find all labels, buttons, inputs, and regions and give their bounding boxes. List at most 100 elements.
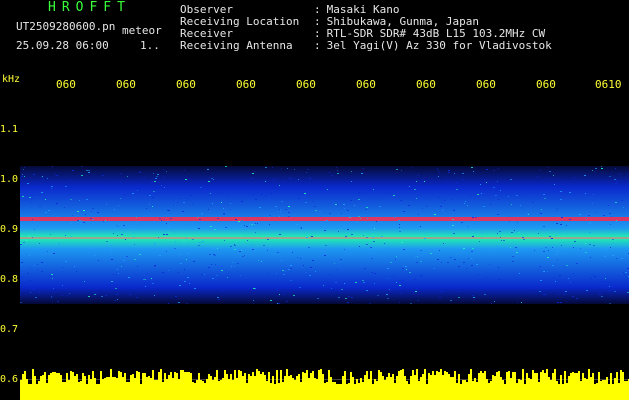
noise-speckle (281, 168, 282, 169)
audio-bar (418, 381, 420, 400)
noise-speckle (105, 295, 107, 296)
noise-speckle (514, 230, 515, 231)
noise-speckle (241, 220, 243, 221)
noise-speckle (369, 225, 371, 226)
audio-bar (44, 372, 46, 400)
noise-speckle (489, 250, 491, 251)
audio-bar (376, 381, 378, 400)
noise-speckle (440, 206, 442, 207)
noise-speckle (244, 255, 245, 256)
noise-speckle (560, 302, 562, 303)
noise-speckle (375, 284, 376, 285)
frequency-tick: 0.8 (0, 274, 19, 285)
noise-speckle (330, 244, 331, 245)
noise-speckle (366, 207, 368, 208)
audio-bar (288, 376, 290, 400)
noise-speckle (23, 169, 24, 170)
noise-speckle (420, 250, 422, 251)
noise-speckle (263, 245, 265, 246)
noise-speckle (305, 202, 307, 203)
audio-bar (102, 379, 104, 400)
noise-speckle (118, 189, 119, 190)
audio-bar (240, 371, 242, 400)
noise-speckle (539, 291, 541, 292)
audio-bar (464, 380, 466, 400)
noise-speckle (241, 287, 242, 288)
noise-speckle (405, 266, 407, 267)
time-axis: 060 060 060 060 060 060 060 060 060 0610 (0, 78, 629, 92)
noise-speckle (424, 181, 425, 182)
noise-speckle (468, 226, 469, 227)
noise-speckle (307, 169, 309, 170)
noise-speckle (437, 170, 439, 171)
audio-bar (170, 372, 172, 400)
audio-bar (338, 384, 340, 400)
noise-speckle (95, 293, 97, 294)
noise-speckle (605, 249, 607, 250)
noise-speckle (508, 196, 509, 197)
noise-speckle (398, 220, 400, 221)
noise-speckle (424, 238, 426, 239)
noise-speckle (92, 208, 94, 209)
noise-speckle (277, 252, 279, 253)
noise-speckle (551, 178, 553, 179)
audio-bar (244, 373, 246, 400)
noise-speckle (329, 213, 331, 214)
noise-speckle (149, 195, 151, 196)
noise-speckle (26, 240, 28, 241)
noise-speckle (518, 232, 520, 233)
noise-speckle (56, 203, 58, 204)
noise-speckle (366, 244, 368, 245)
noise-speckle (595, 168, 597, 169)
noise-speckle (72, 215, 73, 216)
noise-speckle (371, 258, 373, 259)
noise-speckle (275, 283, 276, 284)
noise-speckle (224, 240, 225, 241)
audio-bar (304, 373, 306, 400)
frequency-tick: 1.0 (0, 174, 19, 185)
audio-bar (160, 369, 162, 400)
audio-bar (246, 383, 248, 400)
noise-speckle (168, 210, 170, 211)
audio-bar (32, 369, 34, 400)
noise-speckle (387, 192, 388, 193)
noise-speckle (627, 173, 628, 174)
audio-bar (28, 384, 30, 400)
noise-speckle (339, 290, 341, 291)
audio-bar (560, 375, 562, 400)
noise-speckle (62, 285, 63, 286)
audio-bar (150, 378, 152, 400)
noise-speckle (168, 303, 169, 304)
audio-bar (20, 380, 22, 400)
noise-speckle (605, 278, 606, 279)
noise-speckle (186, 303, 188, 304)
noise-speckle (209, 254, 211, 255)
noise-speckle (215, 264, 216, 265)
noise-speckle (156, 176, 158, 177)
audio-bar (168, 375, 170, 400)
noise-speckle (498, 279, 500, 280)
noise-speckle (285, 271, 286, 272)
noise-speckle (416, 262, 418, 263)
noise-speckle (462, 173, 464, 174)
noise-speckle (438, 176, 439, 177)
noise-speckle (331, 175, 333, 176)
noise-speckle (416, 181, 417, 182)
noise-speckle (470, 258, 472, 259)
noise-speckle (304, 193, 306, 194)
noise-speckle (81, 166, 83, 167)
audio-bar (238, 370, 240, 400)
noise-speckle (361, 173, 363, 174)
audio-bar (520, 380, 522, 400)
noise-speckle (117, 269, 118, 270)
noise-speckle (188, 230, 189, 231)
noise-speckle (621, 258, 623, 259)
noise-speckle (246, 226, 248, 227)
audio-bar (204, 383, 206, 400)
audio-bar (384, 380, 386, 400)
noise-speckle (537, 176, 538, 177)
audio-bar (282, 382, 284, 400)
noise-speckle (120, 181, 121, 182)
noise-speckle (511, 232, 513, 233)
noise-speckle (436, 231, 438, 232)
